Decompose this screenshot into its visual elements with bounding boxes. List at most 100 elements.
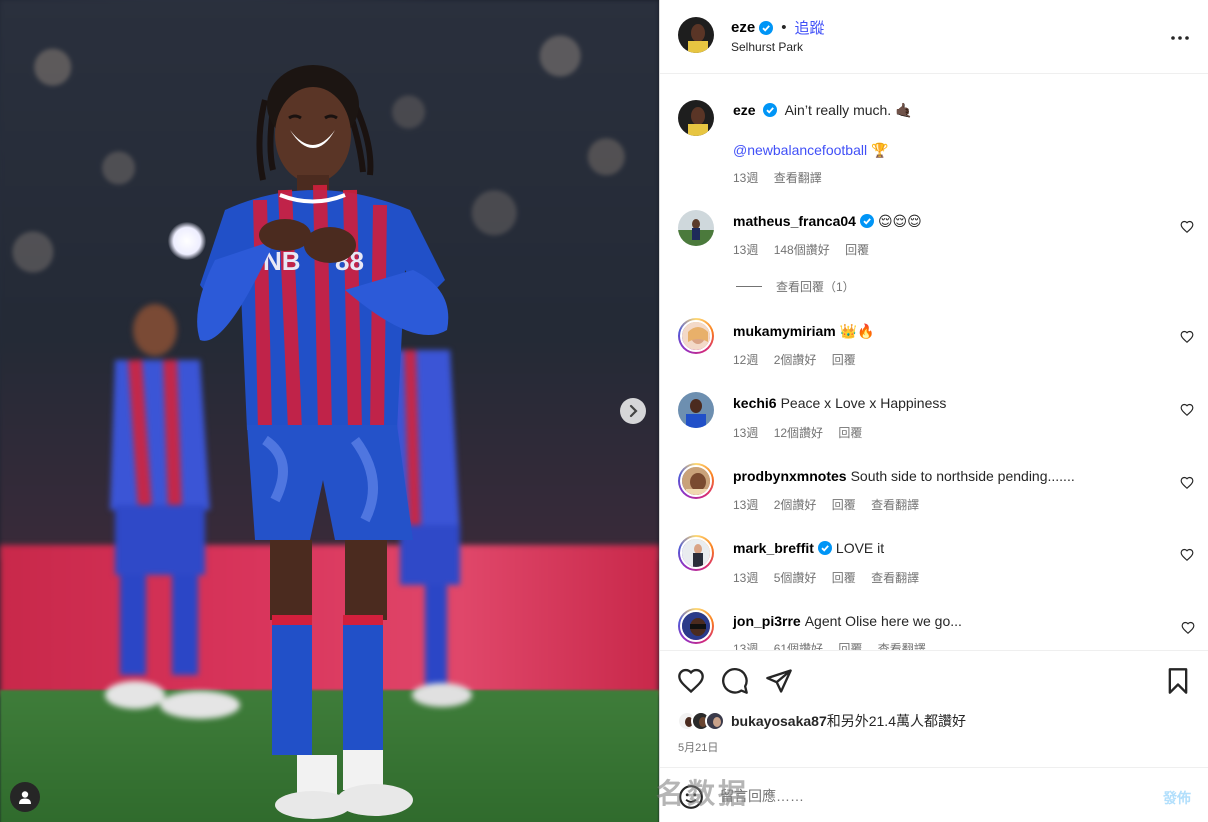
comment-like-heart-icon[interactable] — [1180, 330, 1194, 344]
caption-translate-button[interactable]: 查看翻譯 — [774, 171, 822, 185]
comment-like-heart-icon[interactable] — [1180, 476, 1194, 490]
comment-username[interactable]: matheus_franca04 — [733, 213, 856, 229]
reply-button[interactable]: 回覆 — [832, 498, 856, 512]
separator-dot: • — [781, 19, 787, 36]
user-tag-icon — [19, 791, 31, 804]
comment-time[interactable]: 13週 — [733, 498, 758, 512]
caption-meta: 13週 查看翻譯 — [733, 169, 834, 186]
author-avatar[interactable] — [678, 17, 714, 53]
verified-badge-icon — [817, 541, 832, 555]
verified-badge-icon — [859, 214, 874, 228]
comment-meta: 12週 2個讚好 回覆 — [733, 351, 868, 368]
heart-icon[interactable] — [677, 667, 705, 695]
comment-clip-area: jon_pi3rre Agent Olise here we go... 13週 … — [660, 600, 1208, 650]
comment-avatar[interactable] — [678, 210, 714, 246]
comment-avatar[interactable] — [678, 318, 714, 354]
comment-meta: 13週 5個讚好 回覆 查看翻譯 — [733, 569, 931, 586]
comment-likes[interactable]: 61個讚好 — [774, 642, 823, 650]
comment-time[interactable]: 12週 — [733, 353, 758, 367]
comment-translate-button[interactable]: 查看翻譯 — [871, 571, 919, 585]
post-header: eze • 追蹤 Selhurst Park — [660, 0, 1208, 74]
reply-button[interactable]: 回覆 — [838, 426, 862, 440]
reply-button[interactable]: 回覆 — [838, 642, 862, 650]
verified-badge-icon — [759, 20, 774, 35]
comment-like-heart-icon[interactable] — [1180, 220, 1194, 234]
comment-likes[interactable]: 148個讚好 — [774, 243, 830, 257]
comment-text: 😌😌😌 — [877, 213, 922, 229]
caption-author-avatar[interactable] — [678, 100, 714, 136]
author-username[interactable]: eze — [731, 19, 755, 36]
post-comment-button[interactable]: 發佈 — [1163, 788, 1191, 808]
emoji-icon[interactable] — [678, 784, 704, 810]
comment-meta: 13週 61個讚好 回覆 查看翻譯 — [733, 640, 938, 650]
caption-time[interactable]: 13週 — [733, 171, 758, 185]
comment-username[interactable]: mukamymiriam — [733, 323, 836, 339]
comment-username[interactable]: prodbynxmnotes — [733, 468, 847, 484]
add-comment-bar: 發佈 — [660, 767, 1208, 822]
comment-body: mukamymiriam 👑🔥 — [733, 323, 875, 340]
post-details-panel: eze • 追蹤 Selhurst Park eze Ain’t really … — [659, 0, 1208, 822]
post-date[interactable]: 5月21日 — [678, 739, 718, 755]
comment-like-heart-icon[interactable] — [1180, 403, 1194, 417]
comment-avatar[interactable] — [678, 463, 714, 499]
post-action-bar: bukayosaka87和另外21.4萬人都讚好 5月21日 — [660, 650, 1208, 767]
comment-avatar[interactable] — [678, 392, 714, 428]
comment-avatar[interactable] — [678, 608, 714, 644]
verified-badge-icon — [763, 103, 778, 117]
comment-translate-button[interactable]: 查看翻譯 — [878, 642, 926, 650]
comment-like-heart-icon[interactable] — [1180, 548, 1194, 562]
comment-input[interactable] — [720, 785, 1140, 807]
comment-likes[interactable]: 5個讚好 — [774, 571, 817, 585]
comment-like-heart-icon[interactable] — [1181, 621, 1195, 635]
comment-time[interactable]: 13週 — [733, 642, 758, 650]
post-photo[interactable]: NB 88 — [0, 0, 659, 822]
liked-by-row[interactable]: bukayosaka87和另外21.4萬人都讚好 — [677, 711, 966, 731]
comment-time[interactable]: 13週 — [733, 426, 758, 440]
comment-meta: 13週 12個讚好 回覆 — [733, 424, 874, 441]
view-replies-label: 查看回覆（1） — [776, 280, 855, 294]
liked-by-username[interactable]: bukayosaka87 — [731, 713, 827, 729]
comment-body: matheus_franca04 😌😌😌 — [733, 213, 922, 230]
comment-likes[interactable]: 2個讚好 — [774, 498, 817, 512]
comment-time[interactable]: 13週 — [733, 571, 758, 585]
liked-by-rest[interactable]: 和另外21.4萬人都讚好 — [827, 713, 966, 729]
author-name-row: eze • 追蹤 — [731, 17, 824, 38]
caption-mention-row: @newbalancefootball 🏆 — [733, 142, 888, 159]
bookmark-icon[interactable] — [1164, 667, 1192, 695]
comment-text: Agent Olise here we go... — [804, 613, 962, 629]
main-player: NB 88 — [197, 65, 449, 819]
caption-emojis: 🤙🏿 — [895, 102, 913, 118]
comment-username[interactable]: kechi6 — [733, 395, 777, 411]
comment-body: kechi6 Peace x Love x Happiness — [733, 395, 946, 411]
comment-text: South side to northside pending....... — [850, 468, 1075, 484]
comment-meta: 13週 148個讚好 回覆 — [733, 241, 881, 258]
caption-text: Ain’t really much. — [784, 102, 896, 118]
comment-body: prodbynxmnotes South side to northside pe… — [733, 468, 1075, 484]
mention-link[interactable]: @newbalancefootball — [733, 142, 867, 158]
more-options-button[interactable] — [1171, 26, 1189, 42]
comment-username[interactable]: mark_breffit — [733, 540, 814, 556]
liked-by-text: bukayosaka87和另外21.4萬人都讚好 — [731, 711, 966, 731]
next-photo-button[interactable] — [620, 398, 646, 424]
comment-icon[interactable] — [721, 667, 749, 695]
reply-button[interactable]: 回覆 — [845, 243, 869, 257]
comment-likes[interactable]: 2個讚好 — [774, 353, 817, 367]
view-replies-button[interactable]: 查看回覆（1） — [736, 278, 855, 295]
more-options-icon — [1171, 36, 1189, 40]
follow-button[interactable]: 追蹤 — [794, 17, 824, 38]
share-icon[interactable] — [765, 667, 793, 695]
comment-avatar[interactable] — [678, 535, 714, 571]
replies-divider — [736, 286, 762, 287]
comment-username[interactable]: jon_pi3rre — [733, 613, 801, 629]
tagged-users-button[interactable] — [10, 782, 40, 812]
post-location[interactable]: Selhurst Park — [731, 40, 803, 54]
comment-time[interactable]: 13週 — [733, 243, 758, 257]
reply-button[interactable]: 回覆 — [832, 353, 856, 367]
comment-meta: 13週 2個讚好 回覆 查看翻譯 — [733, 496, 931, 513]
reply-button[interactable]: 回覆 — [832, 571, 856, 585]
comment-translate-button[interactable]: 查看翻譯 — [871, 498, 919, 512]
comment-likes[interactable]: 12個讚好 — [774, 426, 823, 440]
trophy-emoji: 🏆 — [870, 142, 889, 158]
post-caption: eze Ain’t really much. 🤙🏿 — [733, 102, 913, 119]
caption-username[interactable]: eze — [733, 102, 756, 118]
